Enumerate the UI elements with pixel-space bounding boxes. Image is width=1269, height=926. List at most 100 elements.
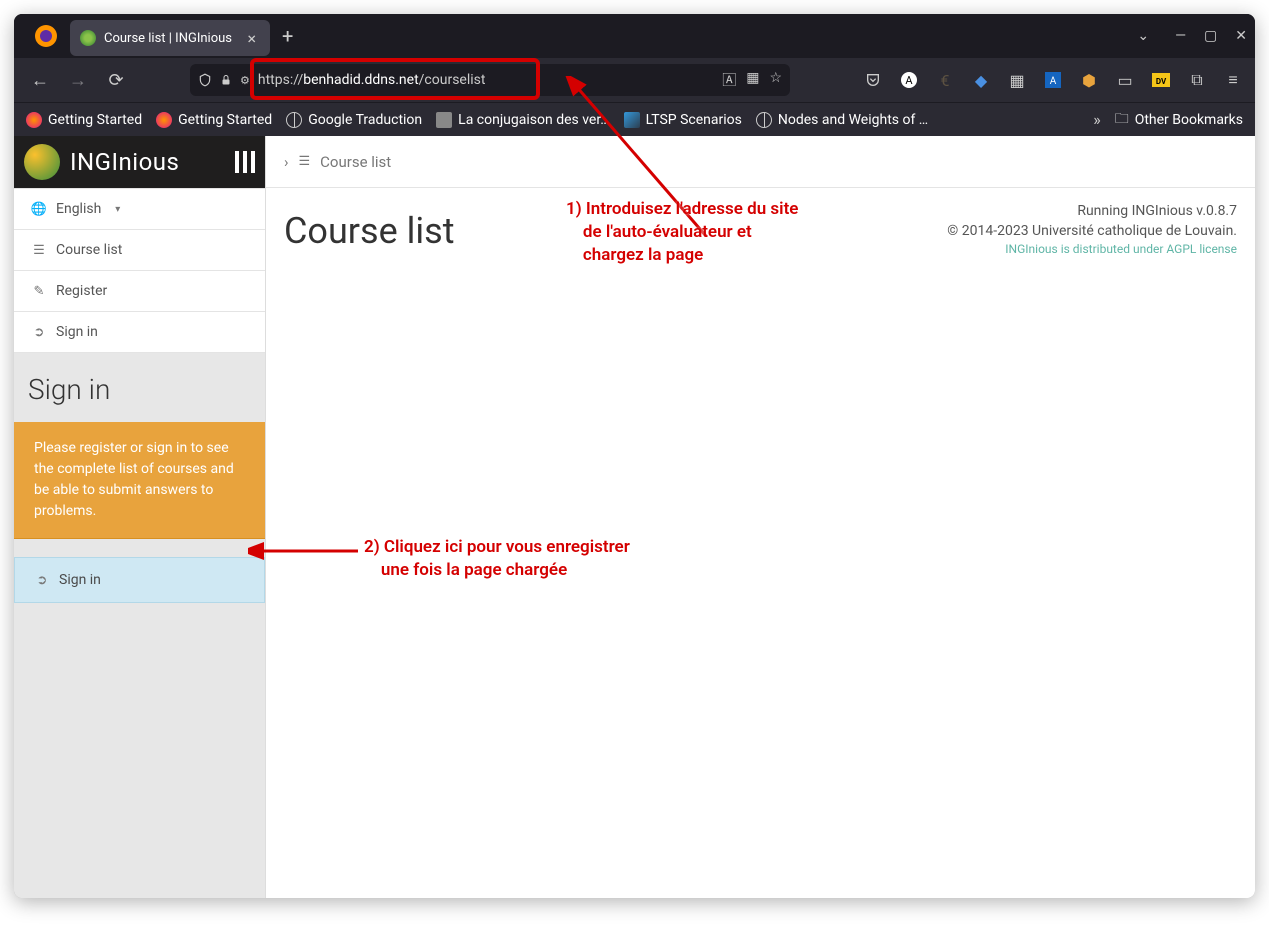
annotation-text-2: 2) Cliquez ici pour vous enregistrer une…	[364, 536, 630, 582]
bookmark-favicon-icon	[26, 112, 42, 128]
other-bookmarks-button[interactable]: 🗀 Other Bookmarks	[1115, 108, 1243, 132]
bookmark-favicon-icon	[624, 112, 640, 128]
signin-button-label: Sign in	[59, 572, 101, 588]
titlebar: Course list | INGInious × + ⌄ — ▢ ✕	[14, 14, 1255, 58]
sidebar-item-signin[interactable]: ➲ Sign in	[14, 312, 265, 353]
toolbar: ← → ⟳ ⚙ https://benhadid.ddns.net/course…	[14, 58, 1255, 102]
browser-window: Course list | INGInious × + ⌄ — ▢ ✕ ← → …	[14, 14, 1255, 898]
toolbar-extension-icons: A € ◆ ▦ A ⬢ ▭ DV ⧉ ≡	[863, 70, 1243, 90]
signin-icon: ➲	[32, 325, 46, 340]
url-path: /courselist	[419, 72, 486, 88]
new-tab-button[interactable]: +	[282, 24, 293, 48]
list-icon: ☰	[299, 154, 311, 169]
globe-icon: 🌐	[32, 202, 46, 217]
brand-logo-icon	[24, 144, 60, 180]
bookmark-favicon-icon	[286, 112, 302, 128]
window-controls: ⌄ — ▢ ✕	[1137, 28, 1247, 44]
bookmark-favicon-icon	[436, 112, 452, 128]
footer-info: Running INGInious v.0.8.7 © 2014-2023 Un…	[947, 202, 1237, 258]
bookmark-label: LTSP Scenarios	[646, 112, 742, 128]
tab-favicon-icon	[80, 30, 96, 46]
language-label: English	[56, 201, 101, 217]
browser-tab[interactable]: Course list | INGInious ×	[70, 20, 270, 56]
signin-notice: Please register or sign in to see the co…	[14, 422, 265, 539]
close-tab-icon[interactable]: ×	[243, 29, 260, 48]
sidebar: INGInious 🌐 English ▾ ☰ Course list ✎ Re…	[14, 136, 266, 898]
ext-icon-a[interactable]: A	[899, 70, 919, 90]
caret-down-icon: ▾	[115, 204, 120, 215]
list-icon: ☰	[32, 243, 46, 258]
firefox-icon	[34, 24, 58, 48]
page-content: INGInious 🌐 English ▾ ☰ Course list ✎ Re…	[14, 136, 1255, 898]
footer-copyright: © 2014-2023 Université catholique de Lou…	[947, 222, 1237, 242]
ext-icon-d[interactable]: ▦	[1007, 70, 1027, 90]
breadcrumb-label: Course list	[320, 153, 391, 171]
bookmark-item[interactable]: Getting Started	[26, 112, 142, 128]
sidebar-item-label: Register	[56, 283, 107, 299]
url-scheme: https://	[258, 72, 303, 88]
sidebar-item-course-list[interactable]: ☰ Course list	[14, 230, 265, 271]
ext-icon-h[interactable]: DV	[1151, 70, 1171, 90]
bookmarks-overflow-icon[interactable]: »	[1093, 110, 1101, 129]
svg-text:DV: DV	[1156, 77, 1167, 86]
ext-icon-e[interactable]: A	[1043, 70, 1063, 90]
footer-license-link[interactable]: INGInious is distributed under AGPL lice…	[947, 241, 1237, 258]
translate-icon[interactable]: 🄰	[722, 70, 736, 90]
tabs-dropdown-icon[interactable]: ⌄	[1137, 28, 1149, 44]
annotation-arrow-2	[248, 536, 368, 566]
sidebar-item-label: Sign in	[56, 324, 98, 340]
ext-icon-f[interactable]: ⬢	[1079, 70, 1099, 90]
language-selector[interactable]: 🌐 English ▾	[14, 188, 265, 230]
url-domain: benhadid.ddns.net	[303, 72, 418, 88]
app-menu-icon[interactable]: ≡	[1223, 70, 1243, 90]
url-text: https://benhadid.ddns.net/courselist	[258, 72, 714, 88]
main-area: › ☰ Course list Course list Running INGI…	[266, 136, 1255, 898]
lock-icon[interactable]	[220, 74, 232, 86]
permissions-icon[interactable]: ⚙	[240, 74, 250, 87]
tab-title: Course list | INGInious	[104, 31, 232, 46]
bookmark-label: La conjugaison des ver…	[458, 112, 609, 128]
close-window-button[interactable]: ✕	[1235, 28, 1247, 44]
ext-icon-g[interactable]: ▭	[1115, 70, 1135, 90]
extensions-icon[interactable]: ⧉	[1187, 70, 1207, 90]
chevron-right-icon: ›	[284, 153, 289, 171]
minimize-button[interactable]: —	[1175, 28, 1186, 44]
breadcrumb: › ☰ Course list	[266, 136, 1255, 188]
brand-name: INGInious	[70, 148, 235, 176]
bookmark-item[interactable]: La conjugaison des ver…	[436, 112, 609, 128]
bookmark-label: Getting Started	[48, 112, 142, 128]
url-bar[interactable]: ⚙ https://benhadid.ddns.net/courselist 🄰…	[190, 64, 790, 96]
ext-icon-c[interactable]: ◆	[971, 70, 991, 90]
bookmark-item[interactable]: Getting Started	[156, 112, 272, 128]
svg-text:A: A	[905, 74, 913, 87]
bookmarks-bar: Getting Started Getting Started Google T…	[14, 102, 1255, 136]
bookmark-item[interactable]: Nodes and Weights of …	[756, 112, 928, 128]
qr-icon[interactable]: ▦	[746, 70, 759, 90]
back-button[interactable]: ←	[26, 70, 54, 91]
pencil-icon: ✎	[32, 284, 46, 299]
bookmark-item[interactable]: Google Traduction	[286, 112, 422, 128]
folder-icon: 🗀	[1115, 108, 1129, 132]
maximize-button[interactable]: ▢	[1204, 28, 1217, 44]
bookmark-label: Getting Started	[178, 112, 272, 128]
signin-icon: ➲	[35, 573, 49, 588]
bookmark-label: Nodes and Weights of …	[778, 112, 928, 128]
bookmark-favicon-icon	[156, 112, 172, 128]
other-bookmarks-label: Other Bookmarks	[1135, 112, 1243, 128]
signin-button[interactable]: ➲ Sign in	[14, 557, 265, 603]
sidebar-item-label: Course list	[56, 242, 122, 258]
sidebar-toggle-button[interactable]	[235, 151, 255, 173]
bookmark-star-icon[interactable]: ☆	[769, 70, 782, 90]
footer-version: Running INGInious v.0.8.7	[947, 202, 1237, 222]
bookmark-favicon-icon	[756, 112, 772, 128]
pocket-icon[interactable]	[863, 70, 883, 90]
svg-text:A: A	[1050, 76, 1057, 87]
shield-icon[interactable]	[198, 73, 212, 87]
signin-header: Sign in	[14, 353, 265, 422]
bookmark-item[interactable]: LTSP Scenarios	[624, 112, 742, 128]
ext-icon-b[interactable]: €	[935, 70, 955, 90]
bookmark-label: Google Traduction	[308, 112, 422, 128]
reload-button[interactable]: ⟳	[102, 70, 130, 91]
sidebar-item-register[interactable]: ✎ Register	[14, 271, 265, 312]
forward-button[interactable]: →	[64, 70, 92, 91]
